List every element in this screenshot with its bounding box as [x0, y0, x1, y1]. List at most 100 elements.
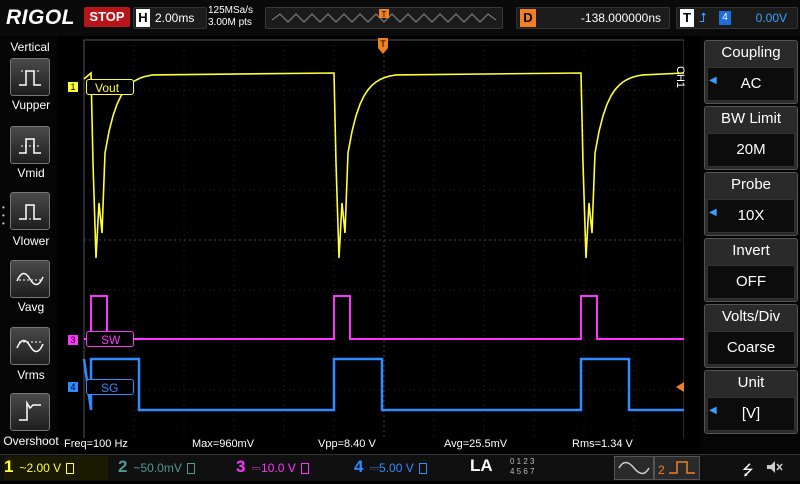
trigger-readout[interactable]: T ⮥ 4 0.00V — [676, 7, 798, 29]
delay-value: -138.000000ns — [580, 11, 661, 25]
sine-wave-button[interactable] — [614, 456, 654, 480]
ch1-number: 1 — [4, 457, 14, 476]
delay-label: D — [520, 9, 536, 27]
logic-analyzer-button[interactable]: LA — [470, 456, 493, 476]
menu-page-dots: • • • — [2, 203, 5, 228]
ch4-label[interactable]: SG — [86, 379, 134, 395]
la-channel-grid: 0 1 2 3 4 5 6 7 — [510, 457, 610, 477]
volts-div-option[interactable]: Volts/Div Coarse — [704, 304, 798, 368]
memory-position-strip[interactable]: T — [265, 7, 503, 29]
bw-limit-icon — [66, 463, 75, 475]
bw-limit-icon — [418, 463, 427, 475]
ch2-number: 2 — [118, 457, 128, 476]
bw-limit-icon — [300, 463, 309, 475]
timebase-value: 2.00ms — [155, 11, 195, 25]
delay-readout[interactable]: D -138.000000ns — [516, 7, 670, 29]
ch1-scale: 2.00 V — [26, 461, 62, 475]
invert-option[interactable]: Invert OFF — [704, 238, 798, 302]
ch3-label[interactable]: SW — [86, 331, 134, 347]
run-stop-status[interactable]: STOP — [84, 7, 130, 27]
measure-avg[interactable]: Avg=25.5mV — [444, 438, 507, 450]
vupper-label: Vupper — [11, 98, 51, 112]
sample-rate: 125MSa/s — [208, 5, 254, 16]
measure-freq[interactable]: Freq=100 Hz — [64, 438, 128, 450]
measure-rms[interactable]: Rms=1.34 V — [572, 438, 633, 450]
vrms-button[interactable] — [10, 327, 50, 365]
vrms-label: Vrms — [17, 368, 45, 382]
probe-value: 10X — [707, 199, 795, 233]
la-row: 0 1 2 3 — [510, 457, 535, 466]
probe-option[interactable]: Probe 10X ◀ — [704, 172, 798, 236]
pulse-wave-button[interactable]: 2 — [654, 456, 700, 480]
ch2-scale: 50.0mV — [140, 461, 182, 475]
graticule — [83, 39, 685, 441]
unit-arrow-icon: ◀ — [709, 405, 717, 416]
svg-text:T: T — [382, 10, 387, 19]
ch3-status[interactable]: 3 ⎓10.0 V — [236, 456, 340, 480]
vlower-label: Vlower — [12, 234, 50, 248]
ch1-status[interactable]: 1 ~2.00 V — [4, 456, 108, 480]
invert-title: Invert — [732, 242, 770, 259]
ch4-number: 4 — [354, 457, 364, 476]
trigger-source: 4 — [719, 11, 731, 25]
channel-menu-tag: CH1 — [674, 66, 686, 89]
acquisition-info: 125MSa/s 3.00M pts — [208, 5, 253, 29]
trigger-edge-icon: ⮥ — [699, 10, 707, 25]
ch4-scale: 5.00 V — [379, 461, 414, 475]
ch3-marker[interactable]: 3 — [68, 335, 78, 345]
memory-depth: 3.00M pts — [208, 17, 252, 28]
coupling-arrow-icon: ◀ — [709, 75, 717, 86]
ch3-waveform — [84, 295, 684, 340]
svg-text:T: T — [380, 39, 386, 49]
vavg-button[interactable] — [10, 260, 50, 298]
speaker-muted-icon[interactable] — [764, 457, 784, 482]
waveform-svg: T — [82, 38, 685, 441]
brand-logo: RIGOL — [6, 6, 75, 29]
volts-div-title: Volts/Div — [721, 308, 781, 325]
usb-icon: ⭍ — [742, 462, 754, 478]
measure-max[interactable]: Max=960mV — [192, 438, 254, 450]
trigger-level: 0.00V — [755, 11, 787, 25]
horizontal-label: H — [136, 9, 150, 27]
trigger-position-marker[interactable]: T — [378, 38, 388, 54]
bw-limit-title: BW Limit — [721, 110, 781, 127]
overshoot-icon — [19, 400, 41, 421]
measure-menu-title: Vertical — [10, 40, 50, 54]
vrms-icon — [16, 339, 44, 353]
coupling-option[interactable]: Coupling AC ◀ — [704, 40, 798, 104]
vupper-button[interactable] — [10, 58, 50, 96]
sine-wave-icon — [618, 461, 650, 475]
vupper-icon — [19, 70, 41, 86]
bw-limit-option[interactable]: BW Limit 20M — [704, 106, 798, 170]
unit-option[interactable]: Unit [V] ◀ — [704, 370, 798, 434]
probe-arrow-icon: ◀ — [709, 207, 717, 218]
ch4-marker[interactable]: 4 — [68, 382, 78, 392]
volts-div-value: Coarse — [707, 331, 795, 365]
overshoot-button[interactable] — [10, 393, 50, 431]
probe-title: Probe — [730, 176, 772, 193]
ch2-status[interactable]: 2 ~50.0mV — [118, 456, 222, 480]
dc-coupling-icon: ⎓ — [369, 461, 380, 475]
unit-value: [V] — [707, 397, 795, 431]
measurement-bar: Freq=100 Hz Max=960mV Vpp=8.40 V Avg=25.… — [60, 438, 700, 452]
memory-waveform-icon: T — [271, 9, 497, 23]
ch3-number: 3 — [236, 457, 246, 476]
ch1-marker[interactable]: 1 — [68, 82, 78, 92]
vlower-button[interactable] — [10, 192, 50, 230]
measure-vpp[interactable]: Vpp=8.40 V — [318, 438, 376, 450]
coupling-title: Coupling — [721, 44, 781, 61]
ch1-label[interactable]: Vout — [86, 79, 134, 95]
svg-text:2: 2 — [658, 463, 665, 477]
unit-title: Unit — [737, 374, 765, 391]
la-row: 4 5 6 7 — [510, 467, 535, 476]
vmid-icon — [19, 138, 41, 154]
vmid-label: Vmid — [17, 166, 45, 180]
pulse-wave-icon: 2 — [658, 461, 695, 477]
vmid-button[interactable] — [10, 126, 50, 164]
ch4-status[interactable]: 4 ⎓5.00 V — [354, 456, 458, 480]
horizontal-timebase[interactable]: H 2.00ms — [133, 7, 207, 29]
waveform-display[interactable]: T — [60, 36, 685, 441]
dc-coupling-icon: ⎓ — [251, 461, 262, 475]
coupling-value: AC — [707, 67, 795, 101]
vlower-icon — [19, 204, 41, 220]
